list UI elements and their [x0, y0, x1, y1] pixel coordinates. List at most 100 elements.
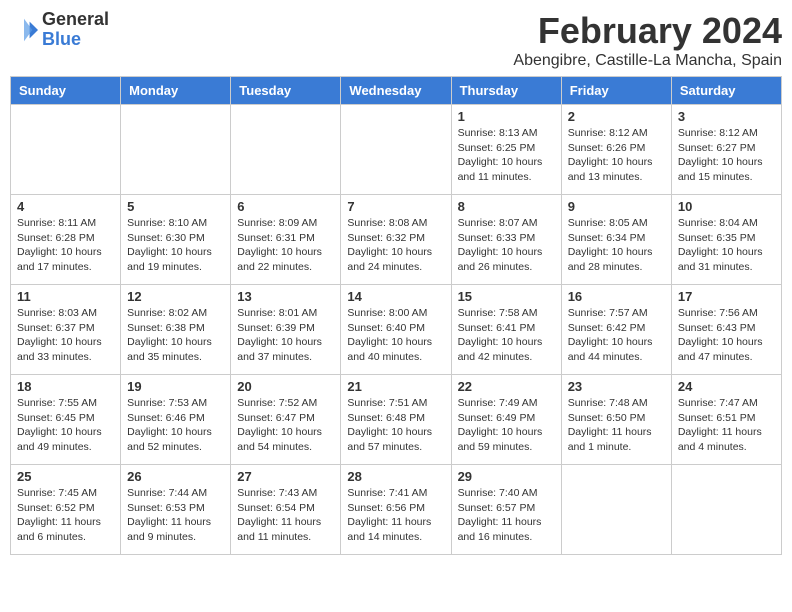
day-number: 25 — [17, 469, 114, 484]
day-info: Sunrise: 8:05 AM Sunset: 6:34 PM Dayligh… — [568, 216, 665, 275]
calendar-cell: 16 Sunrise: 7:57 AM Sunset: 6:42 PM Dayli… — [561, 285, 671, 375]
day-number: 5 — [127, 199, 224, 214]
day-number: 29 — [458, 469, 555, 484]
day-info: Sunrise: 8:12 AM Sunset: 6:26 PM Dayligh… — [568, 126, 665, 185]
title-area: February 2024 Abengibre, Castille-La Man… — [513, 10, 782, 70]
day-number: 16 — [568, 289, 665, 304]
logo-text: General Blue — [42, 10, 109, 50]
calendar-cell: 6Sunrise: 8:09 AM Sunset: 6:31 PM Daylig… — [231, 195, 341, 285]
day-number: 17 — [678, 289, 775, 304]
day-info: Sunrise: 8:01 AM Sunset: 6:39 PM Dayligh… — [237, 306, 334, 365]
day-info: Sunrise: 8:11 AM Sunset: 6:28 PM Dayligh… — [17, 216, 114, 275]
day-info: Sunrise: 7:58 AM Sunset: 6:41 PM Dayligh… — [458, 306, 555, 365]
logo-general-text: General — [42, 10, 109, 30]
column-header-monday: Monday — [121, 77, 231, 105]
calendar-cell: 9Sunrise: 8:05 AM Sunset: 6:34 PM Daylig… — [561, 195, 671, 285]
calendar-cell: 11 Sunrise: 8:03 AM Sunset: 6:37 PM Dayli… — [11, 285, 121, 375]
day-number: 3 — [678, 109, 775, 124]
calendar-cell: 5 Sunrise: 8:10 AM Sunset: 6:30 PM Daylig… — [121, 195, 231, 285]
calendar-cell: 8 Sunrise: 8:07 AM Sunset: 6:33 PM Daylig… — [451, 195, 561, 285]
calendar-cell — [121, 105, 231, 195]
day-number: 4 — [17, 199, 114, 214]
day-info: Sunrise: 7:51 AM Sunset: 6:48 PM Dayligh… — [347, 396, 444, 455]
day-info: Sunrise: 7:57 AM Sunset: 6:42 PM Dayligh… — [568, 306, 665, 365]
day-number: 6 — [237, 199, 334, 214]
week-row-3: 11 Sunrise: 8:03 AM Sunset: 6:37 PM Dayli… — [11, 285, 782, 375]
calendar-cell: 25 Sunrise: 7:45 AM Sunset: 6:52 PM Dayli… — [11, 465, 121, 555]
day-number: 23 — [568, 379, 665, 394]
calendar-cell: 15 Sunrise: 7:58 AM Sunset: 6:41 PM Dayli… — [451, 285, 561, 375]
calendar-table: SundayMondayTuesdayWednesdayThursdayFrid… — [10, 76, 782, 555]
day-info: Sunrise: 8:13 AM Sunset: 6:25 PM Dayligh… — [458, 126, 555, 185]
day-info: Sunrise: 7:44 AM Sunset: 6:53 PM Dayligh… — [127, 486, 224, 545]
day-info: Sunrise: 7:40 AM Sunset: 6:57 PM Dayligh… — [458, 486, 555, 545]
day-info: Sunrise: 7:45 AM Sunset: 6:52 PM Dayligh… — [17, 486, 114, 545]
week-row-4: 18 Sunrise: 7:55 AM Sunset: 6:45 PM Dayli… — [11, 375, 782, 465]
calendar-cell: 3 Sunrise: 8:12 AM Sunset: 6:27 PM Daylig… — [671, 105, 781, 195]
day-number: 18 — [17, 379, 114, 394]
day-number: 12 — [127, 289, 224, 304]
calendar-cell: 10 Sunrise: 8:04 AM Sunset: 6:35 PM Dayli… — [671, 195, 781, 285]
calendar-header-row: SundayMondayTuesdayWednesdayThursdayFrid… — [11, 77, 782, 105]
calendar-cell: 14 Sunrise: 8:00 AM Sunset: 6:40 PM Dayli… — [341, 285, 451, 375]
day-info: Sunrise: 7:55 AM Sunset: 6:45 PM Dayligh… — [17, 396, 114, 455]
day-info: Sunrise: 8:10 AM Sunset: 6:30 PM Dayligh… — [127, 216, 224, 275]
calendar-cell — [671, 465, 781, 555]
day-info: Sunrise: 8:08 AM Sunset: 6:32 PM Dayligh… — [347, 216, 444, 275]
column-header-friday: Friday — [561, 77, 671, 105]
day-number: 24 — [678, 379, 775, 394]
day-info: Sunrise: 8:07 AM Sunset: 6:33 PM Dayligh… — [458, 216, 555, 275]
day-number: 13 — [237, 289, 334, 304]
day-info: Sunrise: 8:04 AM Sunset: 6:35 PM Dayligh… — [678, 216, 775, 275]
day-number: 1 — [458, 109, 555, 124]
calendar-cell — [231, 105, 341, 195]
week-row-2: 4 Sunrise: 8:11 AM Sunset: 6:28 PM Daylig… — [11, 195, 782, 285]
column-header-wednesday: Wednesday — [341, 77, 451, 105]
day-number: 11 — [17, 289, 114, 304]
header: General Blue February 2024 Abengibre, Ca… — [10, 10, 782, 70]
calendar-cell: 4 Sunrise: 8:11 AM Sunset: 6:28 PM Daylig… — [11, 195, 121, 285]
day-info: Sunrise: 8:12 AM Sunset: 6:27 PM Dayligh… — [678, 126, 775, 185]
column-header-sunday: Sunday — [11, 77, 121, 105]
day-info: Sunrise: 8:02 AM Sunset: 6:38 PM Dayligh… — [127, 306, 224, 365]
day-info: Sunrise: 8:03 AM Sunset: 6:37 PM Dayligh… — [17, 306, 114, 365]
day-info: Sunrise: 7:53 AM Sunset: 6:46 PM Dayligh… — [127, 396, 224, 455]
day-number: 7 — [347, 199, 444, 214]
calendar-cell: 28 Sunrise: 7:41 AM Sunset: 6:56 PM Dayli… — [341, 465, 451, 555]
calendar-cell: 12 Sunrise: 8:02 AM Sunset: 6:38 PM Dayli… — [121, 285, 231, 375]
calendar-title: February 2024 — [513, 10, 782, 52]
day-info: Sunrise: 7:43 AM Sunset: 6:54 PM Dayligh… — [237, 486, 334, 545]
day-number: 10 — [678, 199, 775, 214]
calendar-cell: 21Sunrise: 7:51 AM Sunset: 6:48 PM Dayli… — [341, 375, 451, 465]
week-row-5: 25 Sunrise: 7:45 AM Sunset: 6:52 PM Dayli… — [11, 465, 782, 555]
day-info: Sunrise: 7:41 AM Sunset: 6:56 PM Dayligh… — [347, 486, 444, 545]
logo-blue-text: Blue — [42, 30, 109, 50]
calendar-cell: 2Sunrise: 8:12 AM Sunset: 6:26 PM Daylig… — [561, 105, 671, 195]
calendar-cell: 20Sunrise: 7:52 AM Sunset: 6:47 PM Dayli… — [231, 375, 341, 465]
column-header-saturday: Saturday — [671, 77, 781, 105]
day-number: 28 — [347, 469, 444, 484]
column-header-tuesday: Tuesday — [231, 77, 341, 105]
day-number: 19 — [127, 379, 224, 394]
day-info: Sunrise: 7:52 AM Sunset: 6:47 PM Dayligh… — [237, 396, 334, 455]
day-number: 15 — [458, 289, 555, 304]
calendar-cell: 26 Sunrise: 7:44 AM Sunset: 6:53 PM Dayli… — [121, 465, 231, 555]
day-info: Sunrise: 7:48 AM Sunset: 6:50 PM Dayligh… — [568, 396, 665, 455]
calendar-cell: 27Sunrise: 7:43 AM Sunset: 6:54 PM Dayli… — [231, 465, 341, 555]
calendar-cell — [341, 105, 451, 195]
day-number: 26 — [127, 469, 224, 484]
calendar-subtitle: Abengibre, Castille-La Mancha, Spain — [513, 52, 782, 70]
calendar-cell: 13 Sunrise: 8:01 AM Sunset: 6:39 PM Dayli… — [231, 285, 341, 375]
day-number: 14 — [347, 289, 444, 304]
logo: General Blue — [10, 10, 109, 50]
day-number: 22 — [458, 379, 555, 394]
calendar-cell: 22Sunrise: 7:49 AM Sunset: 6:49 PM Dayli… — [451, 375, 561, 465]
calendar-cell: 17Sunrise: 7:56 AM Sunset: 6:43 PM Dayli… — [671, 285, 781, 375]
day-number: 8 — [458, 199, 555, 214]
calendar-cell — [11, 105, 121, 195]
calendar-cell: 1 Sunrise: 8:13 AM Sunset: 6:25 PM Daylig… — [451, 105, 561, 195]
day-info: Sunrise: 8:00 AM Sunset: 6:40 PM Dayligh… — [347, 306, 444, 365]
day-info: Sunrise: 7:47 AM Sunset: 6:51 PM Dayligh… — [678, 396, 775, 455]
calendar-cell: 19 Sunrise: 7:53 AM Sunset: 6:46 PM Dayli… — [121, 375, 231, 465]
calendar-cell — [561, 465, 671, 555]
